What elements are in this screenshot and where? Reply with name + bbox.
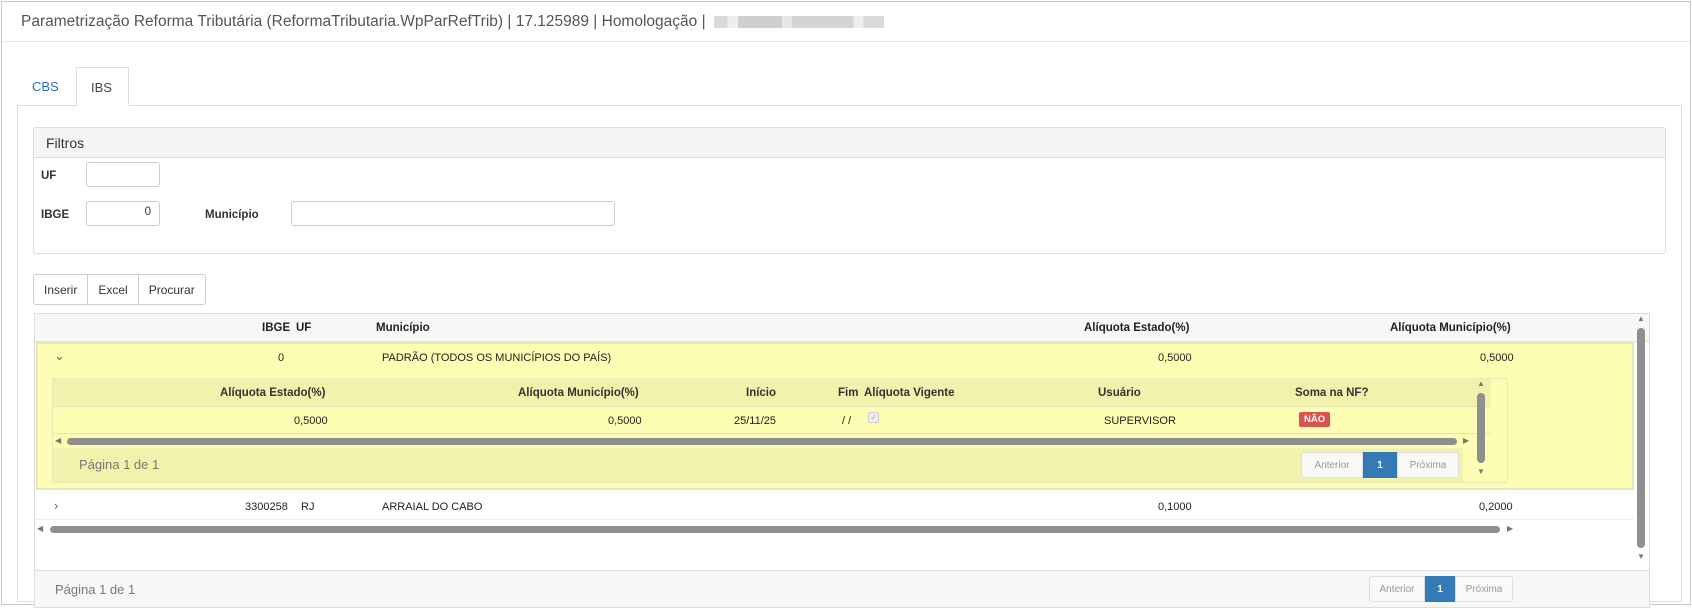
row-municipio: ARRAIAL DO CABO bbox=[382, 501, 483, 513]
scroll-down-icon[interactable]: ▼ bbox=[1477, 467, 1485, 476]
row-municipio: PADRÃO (TODOS OS MUNICÍPIOS DO PAÍS) bbox=[382, 352, 612, 364]
detail-col-usuario[interactable]: Usuário bbox=[1098, 387, 1141, 399]
municipio-label: Município bbox=[205, 209, 259, 221]
municipio-input[interactable] bbox=[291, 201, 615, 226]
detail-col-fim[interactable]: Fim bbox=[838, 387, 858, 399]
table-row[interactable]: ⌄ 0 PADRÃO (TODOS OS MUNICÍPIOS DO PAÍS)… bbox=[36, 342, 1634, 490]
col-ibge[interactable]: IBGE bbox=[262, 322, 290, 334]
scroll-right-icon[interactable]: ▶ bbox=[1463, 436, 1469, 445]
ibs-grid: IBGE UF Município Alíquota Estado(%) Alí… bbox=[34, 313, 1650, 571]
detail-col-inicio[interactable]: Início bbox=[746, 387, 776, 399]
detail-col-aliquota-vigente[interactable]: Alíquota Vigente bbox=[864, 387, 955, 399]
insert-button[interactable]: Inserir bbox=[33, 274, 89, 305]
window-title-bar: Parametrização Reforma Tributária (Refor… bbox=[2, 2, 1690, 42]
grid-vertical-scrollbar[interactable]: ▲ ▼ bbox=[1637, 314, 1645, 564]
detail-horizontal-scrollbar[interactable]: ◀ ▶ bbox=[53, 436, 1473, 446]
detail-footer: Página 1 de 1 Anterior 1 Próxima bbox=[53, 448, 1463, 482]
col-uf[interactable]: UF bbox=[296, 322, 311, 334]
scroll-right-icon[interactable]: ▶ bbox=[1507, 524, 1513, 533]
excel-button[interactable]: Excel bbox=[88, 274, 139, 305]
redacted-environment-name bbox=[713, 15, 884, 28]
detail-aliquota-estado: 0,5000 bbox=[294, 415, 328, 427]
detail-row[interactable]: 0,5000 0,5000 25/11/25 / / ✓ SUPERVISOR … bbox=[53, 407, 1491, 434]
detail-pager: Anterior 1 Próxima bbox=[1301, 452, 1459, 478]
grid-vscroll-thumb[interactable] bbox=[1637, 328, 1645, 548]
tab-panel-ibs: Filtros UF IBGE 0 Município Inserir Exce… bbox=[17, 105, 1682, 608]
filters-title: Filtros bbox=[34, 128, 1665, 158]
grid-prev-button[interactable]: Anterior bbox=[1369, 576, 1425, 602]
scroll-left-icon[interactable]: ◀ bbox=[55, 436, 61, 445]
detail-col-aliquota-municipio[interactable]: Alíquota Município(%) bbox=[518, 387, 639, 399]
col-municipio[interactable]: Município bbox=[376, 322, 430, 334]
detail-fim: / / bbox=[842, 415, 852, 427]
col-aliquota-municipio[interactable]: Alíquota Município(%) bbox=[1390, 322, 1511, 334]
detail-usuario: SUPERVISOR bbox=[1104, 415, 1176, 427]
chevron-right-icon[interactable]: › bbox=[54, 498, 58, 513]
detail-header: Alíquota Estado(%) Alíquota Município(%)… bbox=[53, 379, 1491, 407]
row-aliquota-municipio: 0,5000 bbox=[1480, 352, 1514, 364]
window-title: Parametrização Reforma Tributária (Refor… bbox=[21, 13, 706, 30]
grid-toolbar: Inserir Excel Procurar bbox=[33, 274, 206, 305]
soma-nf-value: NÃO bbox=[1299, 412, 1331, 427]
col-aliquota-estado[interactable]: Alíquota Estado(%) bbox=[1084, 322, 1189, 334]
detail-vertical-scrollbar[interactable]: ▲ ▼ bbox=[1477, 379, 1485, 479]
row-uf: RJ bbox=[301, 501, 315, 513]
uf-input[interactable] bbox=[86, 162, 160, 187]
detail-next-button[interactable]: Próxima bbox=[1397, 452, 1459, 478]
aliquota-vigente-checkbox[interactable]: ✓ bbox=[868, 412, 879, 423]
app-window: Parametrização Reforma Tributária (Refor… bbox=[1, 1, 1691, 608]
grid-page-info: Página 1 de 1 bbox=[55, 582, 136, 597]
filters-panel: Filtros UF IBGE 0 Município bbox=[33, 127, 1666, 254]
row-aliquota-estado: 0,1000 bbox=[1158, 501, 1192, 513]
ibge-label: IBGE bbox=[41, 209, 70, 221]
search-button[interactable]: Procurar bbox=[138, 274, 206, 305]
detail-scroll-thumb[interactable] bbox=[67, 438, 1457, 445]
detail-col-soma-nf[interactable]: Soma na NF? bbox=[1295, 387, 1368, 399]
grid-scroll-thumb[interactable] bbox=[50, 526, 1500, 533]
detail-grid: Alíquota Estado(%) Alíquota Município(%)… bbox=[52, 378, 1508, 483]
chevron-down-icon[interactable]: ⌄ bbox=[54, 348, 65, 364]
detail-aliquota-municipio: 0,5000 bbox=[608, 415, 642, 427]
detail-col-aliquota-estado[interactable]: Alíquota Estado(%) bbox=[220, 387, 325, 399]
tab-cbs[interactable]: CBS bbox=[18, 67, 74, 106]
grid-header: IBGE UF Município Alíquota Estado(%) Alí… bbox=[35, 314, 1649, 342]
grid-horizontal-scrollbar[interactable]: ◀ ▶ bbox=[35, 524, 1633, 534]
scroll-down-icon[interactable]: ▼ bbox=[1637, 552, 1645, 561]
row-aliquota-municipio: 0,2000 bbox=[1479, 501, 1513, 513]
detail-inicio: 25/11/25 bbox=[734, 415, 777, 427]
grid-next-button[interactable]: Próxima bbox=[1455, 576, 1513, 602]
detail-page-1-button[interactable]: 1 bbox=[1363, 452, 1397, 478]
tab-ibs[interactable]: IBS bbox=[76, 67, 129, 106]
detail-vscroll-thumb[interactable] bbox=[1477, 393, 1485, 463]
detail-page-info: Página 1 de 1 bbox=[79, 457, 160, 472]
scroll-up-icon[interactable]: ▲ bbox=[1477, 379, 1485, 388]
grid-footer: Página 1 de 1 Anterior 1 Próxima bbox=[34, 571, 1650, 608]
grid-page-1-button[interactable]: 1 bbox=[1425, 576, 1455, 602]
row-ibge: 0 bbox=[278, 352, 285, 364]
table-row[interactable]: › 3300258 RJ ARRAIAL DO CABO 0,1000 0,20… bbox=[36, 492, 1634, 520]
grid-pager: Anterior 1 Próxima bbox=[1369, 576, 1513, 602]
row-ibge: 3300258 bbox=[245, 501, 288, 513]
scroll-up-icon[interactable]: ▲ bbox=[1637, 314, 1645, 323]
detail-prev-button[interactable]: Anterior bbox=[1301, 452, 1363, 478]
scroll-left-icon[interactable]: ◀ bbox=[37, 524, 43, 533]
ibge-input[interactable]: 0 bbox=[86, 201, 160, 226]
soma-nf-badge: NÃO bbox=[1299, 412, 1331, 427]
row-aliquota-estado: 0,5000 bbox=[1158, 352, 1192, 364]
uf-label: UF bbox=[41, 170, 57, 182]
